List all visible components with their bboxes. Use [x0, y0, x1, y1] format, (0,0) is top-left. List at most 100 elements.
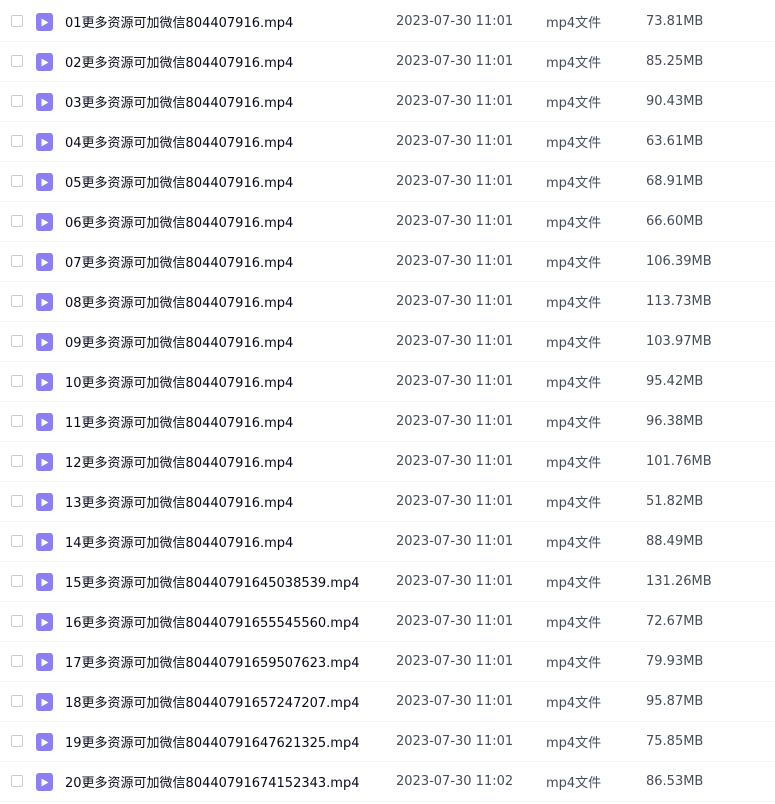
file-date: 2023-07-30 11:01 [396, 14, 514, 29]
file-size: 86.53MB [646, 774, 704, 789]
file-row[interactable]: 10更多资源可加微信804407916.mp4 2023-07-30 11:01… [0, 362, 775, 402]
video-file-icon [36, 613, 53, 631]
row-checkbox[interactable] [11, 655, 23, 667]
video-file-icon [36, 173, 53, 191]
file-name[interactable]: 10更多资源可加微信804407916.mp4 [65, 372, 293, 391]
file-name[interactable]: 04更多资源可加微信804407916.mp4 [65, 132, 293, 151]
row-checkbox[interactable] [11, 495, 23, 507]
file-name[interactable]: 18更多资源可加微信80440791657247207.mp4 [65, 692, 359, 711]
file-size: 85.25MB [646, 54, 704, 69]
file-date: 2023-07-30 11:01 [396, 494, 514, 509]
file-type: mp4文件 [546, 656, 602, 671]
file-row[interactable]: 06更多资源可加微信804407916.mp4 2023-07-30 11:01… [0, 202, 775, 242]
file-size: 72.67MB [646, 614, 704, 629]
file-type: mp4文件 [546, 736, 602, 751]
row-checkbox[interactable] [11, 335, 23, 347]
file-row[interactable]: 14更多资源可加微信804407916.mp4 2023-07-30 11:01… [0, 522, 775, 562]
file-row[interactable]: 04更多资源可加微信804407916.mp4 2023-07-30 11:01… [0, 122, 775, 162]
file-type: mp4文件 [546, 696, 602, 711]
file-name[interactable]: 20更多资源可加微信80440791674152343.mp4 [65, 772, 359, 791]
file-date: 2023-07-30 11:01 [396, 654, 514, 669]
file-row[interactable]: 05更多资源可加微信804407916.mp4 2023-07-30 11:01… [0, 162, 775, 202]
video-file-icon [36, 773, 53, 791]
file-size: 73.81MB [646, 14, 704, 29]
row-checkbox[interactable] [11, 775, 23, 787]
file-name[interactable]: 14更多资源可加微信804407916.mp4 [65, 532, 293, 551]
video-file-icon [36, 733, 53, 751]
row-checkbox[interactable] [11, 375, 23, 387]
row-checkbox[interactable] [11, 735, 23, 747]
file-row[interactable]: 13更多资源可加微信804407916.mp4 2023-07-30 11:01… [0, 482, 775, 522]
file-row[interactable]: 19更多资源可加微信80440791647621325.mp4 2023-07-… [0, 722, 775, 762]
file-row[interactable]: 16更多资源可加微信80440791655545560.mp4 2023-07-… [0, 602, 775, 642]
file-size: 51.82MB [646, 494, 704, 509]
row-checkbox[interactable] [11, 95, 23, 107]
row-checkbox[interactable] [11, 575, 23, 587]
file-row[interactable]: 09更多资源可加微信804407916.mp4 2023-07-30 11:01… [0, 322, 775, 362]
file-row[interactable]: 03更多资源可加微信804407916.mp4 2023-07-30 11:01… [0, 82, 775, 122]
file-name[interactable]: 01更多资源可加微信804407916.mp4 [65, 12, 293, 31]
file-size: 90.43MB [646, 94, 704, 109]
file-row[interactable]: 02更多资源可加微信804407916.mp4 2023-07-30 11:01… [0, 42, 775, 82]
file-row[interactable]: 07更多资源可加微信804407916.mp4 2023-07-30 11:01… [0, 242, 775, 282]
row-checkbox[interactable] [11, 295, 23, 307]
file-row[interactable]: 08更多资源可加微信804407916.mp4 2023-07-30 11:01… [0, 282, 775, 322]
file-name[interactable]: 06更多资源可加微信804407916.mp4 [65, 212, 293, 231]
file-name[interactable]: 17更多资源可加微信80440791659507623.mp4 [65, 652, 359, 671]
row-checkbox[interactable] [11, 695, 23, 707]
file-date: 2023-07-30 11:01 [396, 174, 514, 189]
file-date: 2023-07-30 11:01 [396, 334, 514, 349]
file-size: 95.42MB [646, 374, 704, 389]
file-name[interactable]: 16更多资源可加微信80440791655545560.mp4 [65, 612, 359, 631]
row-checkbox[interactable] [11, 415, 23, 427]
file-size: 75.85MB [646, 734, 704, 749]
row-checkbox[interactable] [11, 455, 23, 467]
file-date: 2023-07-30 11:01 [396, 534, 514, 549]
row-checkbox[interactable] [11, 615, 23, 627]
file-date: 2023-07-30 11:01 [396, 614, 514, 629]
file-type: mp4文件 [546, 256, 602, 271]
row-checkbox[interactable] [11, 255, 23, 267]
file-name[interactable]: 09更多资源可加微信804407916.mp4 [65, 332, 293, 351]
file-row[interactable]: 15更多资源可加微信80440791645038539.mp4 2023-07-… [0, 562, 775, 602]
file-name[interactable]: 13更多资源可加微信804407916.mp4 [65, 492, 293, 511]
row-checkbox[interactable] [11, 175, 23, 187]
file-name[interactable]: 11更多资源可加微信804407916.mp4 [65, 412, 293, 431]
row-checkbox[interactable] [11, 135, 23, 147]
file-row[interactable]: 17更多资源可加微信80440791659507623.mp4 2023-07-… [0, 642, 775, 682]
file-size: 101.76MB [646, 454, 712, 469]
file-type: mp4文件 [546, 296, 602, 311]
row-checkbox[interactable] [11, 15, 23, 27]
file-type: mp4文件 [546, 416, 602, 431]
file-date: 2023-07-30 11:01 [396, 134, 514, 149]
file-date: 2023-07-30 11:02 [396, 774, 514, 789]
file-type: mp4文件 [546, 216, 602, 231]
file-row[interactable]: 11更多资源可加微信804407916.mp4 2023-07-30 11:01… [0, 402, 775, 442]
file-name[interactable]: 08更多资源可加微信804407916.mp4 [65, 292, 293, 311]
video-file-icon [36, 93, 53, 111]
video-file-icon [36, 653, 53, 671]
file-row[interactable]: 12更多资源可加微信804407916.mp4 2023-07-30 11:01… [0, 442, 775, 482]
video-file-icon [36, 213, 53, 231]
file-row[interactable]: 18更多资源可加微信80440791657247207.mp4 2023-07-… [0, 682, 775, 722]
file-type: mp4文件 [546, 496, 602, 511]
file-size: 106.39MB [646, 254, 712, 269]
file-name[interactable]: 19更多资源可加微信80440791647621325.mp4 [65, 732, 359, 751]
file-name[interactable]: 12更多资源可加微信804407916.mp4 [65, 452, 293, 471]
file-row[interactable]: 01更多资源可加微信804407916.mp4 2023-07-30 11:01… [0, 2, 775, 42]
row-checkbox[interactable] [11, 55, 23, 67]
file-name[interactable]: 03更多资源可加微信804407916.mp4 [65, 92, 293, 111]
file-size: 66.60MB [646, 214, 704, 229]
row-checkbox[interactable] [11, 215, 23, 227]
row-checkbox[interactable] [11, 535, 23, 547]
file-type: mp4文件 [546, 776, 602, 791]
file-date: 2023-07-30 11:01 [396, 54, 514, 69]
file-type: mp4文件 [546, 376, 602, 391]
file-name[interactable]: 07更多资源可加微信804407916.mp4 [65, 252, 293, 271]
file-list: 01更多资源可加微信804407916.mp4 2023-07-30 11:01… [0, 2, 775, 802]
file-date: 2023-07-30 11:01 [396, 294, 514, 309]
file-name[interactable]: 05更多资源可加微信804407916.mp4 [65, 172, 293, 191]
file-name[interactable]: 02更多资源可加微信804407916.mp4 [65, 52, 293, 71]
file-row[interactable]: 20更多资源可加微信80440791674152343.mp4 2023-07-… [0, 762, 775, 802]
file-name[interactable]: 15更多资源可加微信80440791645038539.mp4 [65, 572, 359, 591]
